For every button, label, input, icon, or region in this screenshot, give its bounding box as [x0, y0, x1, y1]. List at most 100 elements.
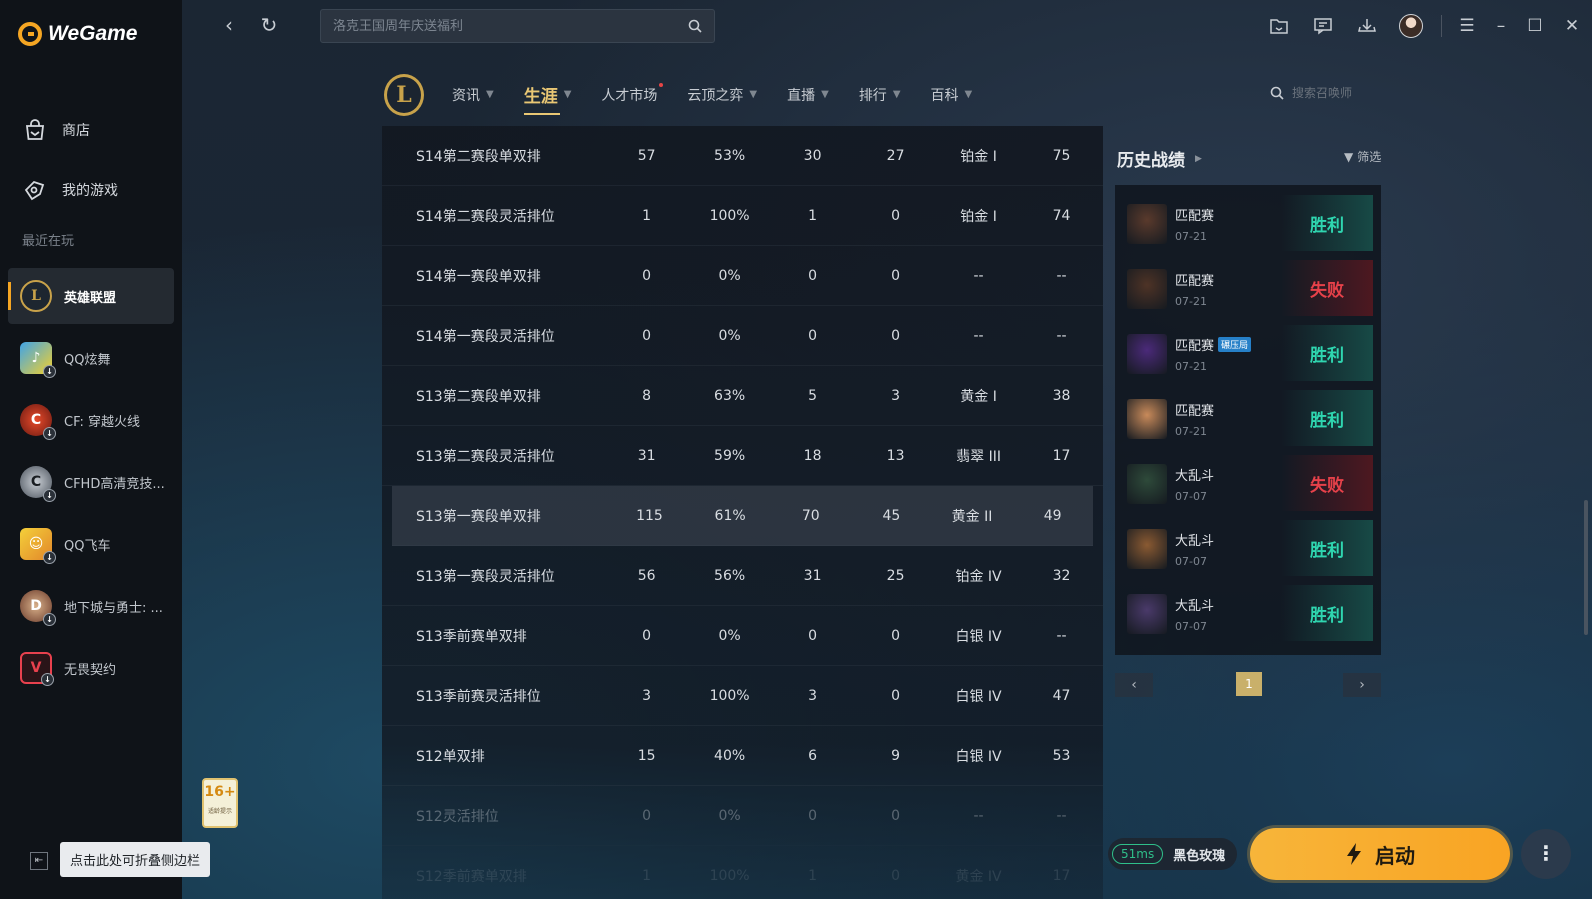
win-rate: 40%	[714, 747, 746, 764]
tab-talent-market[interactable]: 人才市场	[601, 82, 664, 105]
league-points: 53	[1052, 747, 1071, 764]
sidebar-game-cfhd[interactable]: C ↓ CFHD高清竞技...	[8, 454, 174, 510]
champion-portrait	[1127, 268, 1167, 309]
search-icon[interactable]	[688, 19, 702, 33]
sidebar-game-league-of-legends[interactable]: L 英雄联盟	[8, 268, 174, 324]
match-row[interactable]: 匹配赛 碾压局 07-21 胜利	[1127, 321, 1373, 386]
sidebar-item-shop[interactable]: 商店	[0, 100, 182, 160]
message-icon[interactable]	[1301, 10, 1345, 42]
rank-tier: 铂金 I	[960, 148, 997, 165]
more-options-icon[interactable]: ⋮	[1521, 829, 1571, 879]
sidebar-game-qq-speed[interactable]: ☺ ↓ QQ飞车	[8, 516, 174, 572]
search-input[interactable]	[333, 18, 688, 34]
losses-count: 0	[891, 687, 901, 704]
close-icon[interactable]: ✕	[1552, 10, 1592, 42]
tab-career[interactable]: 生涯 ▼	[523, 82, 571, 115]
minimize-icon[interactable]: –	[1484, 10, 1518, 42]
scrollbar[interactable]	[1584, 500, 1588, 635]
next-page-button[interactable]: ›	[1343, 673, 1381, 697]
win-rate: 61%	[714, 507, 746, 524]
search-icon[interactable]	[1270, 86, 1284, 100]
match-history-title[interactable]: 历史战绩 ▶	[1117, 146, 1202, 171]
league-of-legends-logo-icon[interactable]: L	[384, 74, 424, 116]
table-row[interactable]: S13第二赛段灵活排位 31 59% 18 13 翡翠 III 17	[382, 426, 1103, 486]
caret-down-icon: ▼	[964, 89, 973, 100]
sidebar-item-my-games[interactable]: 我的游戏	[0, 160, 182, 220]
refresh-icon[interactable]: ↻	[258, 14, 280, 36]
league-points: 17	[1052, 447, 1071, 464]
user-avatar[interactable]	[1389, 10, 1433, 42]
match-row[interactable]: 匹配赛 07-21 胜利	[1127, 386, 1373, 451]
server-selector[interactable]: 51ms 黑色玫瑰	[1108, 838, 1238, 870]
rank-tier: 黄金 IV	[955, 868, 1002, 885]
league-points: 74	[1052, 207, 1071, 224]
active-indicator	[8, 282, 11, 310]
match-mode-label: 匹配赛	[1175, 338, 1215, 354]
menu-icon[interactable]: ☰	[1450, 10, 1484, 42]
filter-button[interactable]: ▼ 筛选	[1344, 148, 1381, 165]
result-win: 胜利	[1281, 390, 1373, 446]
caret-down-icon: ▼	[486, 89, 494, 100]
table-row[interactable]: S12季前赛单双排 1 100% 1 0 黄金 IV 17	[382, 846, 1103, 899]
sidebar-game-crossfire[interactable]: C ↓ CF: 穿越火线	[8, 392, 174, 448]
win-rate: 0%	[718, 807, 741, 824]
current-page[interactable]: 1	[1236, 672, 1262, 696]
table-row[interactable]: S13季前赛单双排 0 0% 0 0 白银 IV --	[382, 606, 1103, 666]
season-name: S14第一赛段单双排	[416, 268, 541, 285]
result-win: 胜利	[1281, 195, 1373, 251]
tab-label: 排行	[858, 87, 887, 104]
table-row[interactable]: S14第二赛段单双排 57 53% 30 27 铂金 I 75	[382, 126, 1103, 186]
wins-count: 6	[808, 747, 818, 764]
wegame-logo[interactable]: WeGame	[18, 22, 138, 46]
table-row[interactable]: S13第一赛段灵活排位 56 56% 31 25 铂金 IV 32	[382, 546, 1103, 606]
table-row[interactable]: S12单双排 15 40% 6 9 白银 IV 53	[382, 726, 1103, 786]
season-name: S13季前赛灵活排位	[416, 688, 541, 705]
prev-page-button[interactable]: ‹	[1115, 673, 1153, 697]
season-name: S14第一赛段灵活排位	[416, 328, 555, 345]
match-row[interactable]: 匹配赛 07-21 失败	[1127, 256, 1373, 321]
tab-wiki[interactable]: 百科 ▼	[931, 85, 973, 105]
ping-indicator: 51ms	[1112, 844, 1164, 864]
table-row[interactable]: S13第一赛段单双排 115 61% 70 45 黄金 II 49	[392, 486, 1093, 546]
rank-tier: 铂金 IV	[955, 568, 1002, 585]
back-icon[interactable]: ‹	[218, 14, 240, 36]
sidebar-game-dnf[interactable]: D ↓ 地下城与勇士: ...	[8, 578, 174, 634]
lightning-icon	[1347, 843, 1361, 865]
download-manager-icon[interactable]	[1345, 10, 1389, 42]
folder-icon[interactable]	[1257, 10, 1301, 42]
sidebar-game-qq-dance[interactable]: ♪ ↓ QQ炫舞	[8, 330, 174, 386]
table-row[interactable]: S14第一赛段单双排 0 0% 0 0 -- --	[382, 246, 1103, 306]
age-rating-label: 16+	[204, 784, 236, 800]
result-loss: 失败	[1281, 455, 1373, 511]
season-name: S13第二赛段单双排	[416, 388, 541, 405]
match-row[interactable]: 大乱斗 07-07 胜利	[1127, 581, 1373, 646]
rank-tier: 黄金 I	[960, 388, 997, 405]
tab-ranking[interactable]: 排行 ▼	[859, 85, 901, 105]
league-points: 38	[1052, 387, 1071, 404]
my-games-icon	[24, 180, 45, 201]
global-search	[320, 9, 715, 43]
match-row[interactable]: 大乱斗 07-07 失败	[1127, 451, 1373, 516]
launch-button[interactable]: 启动	[1250, 828, 1510, 880]
games-played: 0	[642, 807, 652, 824]
win-rate: 100%	[709, 867, 750, 884]
table-row[interactable]: S13季前赛灵活排位 3 100% 3 0 白银 IV 47	[382, 666, 1103, 726]
champion-portrait	[1127, 398, 1167, 439]
sidebar-game-valorant[interactable]: V ↓ 无畏契约	[8, 640, 174, 696]
losses-count: 0	[891, 327, 901, 344]
tab-live[interactable]: 直播 ▼	[787, 85, 829, 105]
tab-tft[interactable]: 云顶之弈 ▼	[687, 85, 757, 105]
summoner-search-input[interactable]	[1292, 86, 1382, 100]
tab-news[interactable]: 资讯 ▼	[452, 85, 494, 105]
champion-portrait	[1127, 333, 1167, 374]
table-row[interactable]: S12灵活排位 0 0% 0 0 -- --	[382, 786, 1103, 846]
match-row[interactable]: 大乱斗 07-07 胜利	[1127, 516, 1373, 581]
table-row[interactable]: S14第二赛段灵活排位 1 100% 1 0 铂金 I 74	[382, 186, 1103, 246]
collapse-sidebar-icon[interactable]: ⇤	[30, 852, 48, 870]
chevron-right-icon: ▶	[1195, 153, 1202, 164]
table-row[interactable]: S14第一赛段灵活排位 0 0% 0 0 -- --	[382, 306, 1103, 366]
table-row[interactable]: S13第二赛段单双排 8 63% 5 3 黄金 I 38	[382, 366, 1103, 426]
losses-count: 0	[891, 267, 901, 284]
maximize-icon[interactable]: ☐	[1518, 10, 1552, 42]
match-row[interactable]: 匹配赛 07-21 胜利	[1127, 191, 1373, 256]
